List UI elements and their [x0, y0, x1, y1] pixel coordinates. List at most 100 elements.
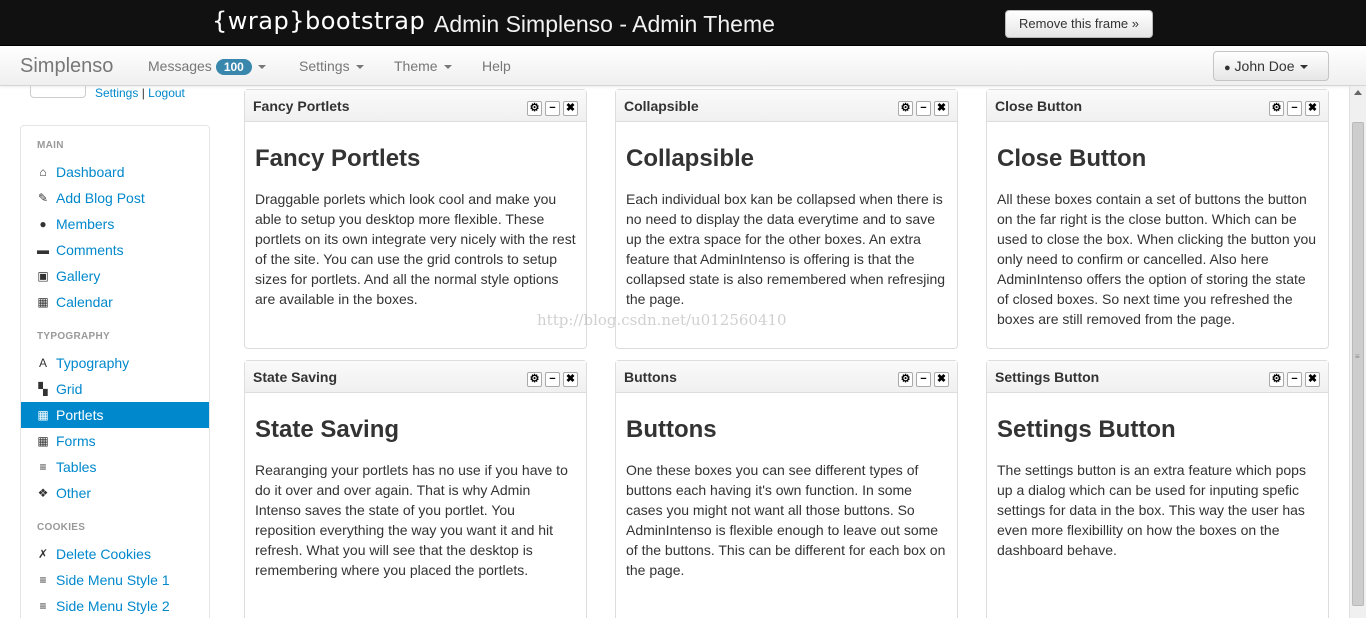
- gear-icon[interactable]: ⚙: [527, 101, 542, 116]
- sidebar-item-gallery[interactable]: ▣ Gallery: [21, 263, 209, 289]
- logout-link[interactable]: Logout: [148, 86, 185, 100]
- close-icon[interactable]: ✖: [563, 372, 578, 387]
- close-icon[interactable]: ✖: [1305, 101, 1320, 116]
- wrench-icon: ✗: [37, 547, 49, 561]
- home-icon: ⌂: [39, 165, 47, 179]
- wrapbootstrap-logo[interactable]: {wrap}bootstrap: [212, 7, 425, 35]
- sidebar-item-calendar[interactable]: ▦ Calendar: [21, 289, 209, 315]
- gear-icon[interactable]: ⚙: [1269, 101, 1284, 116]
- portlet-body: State Saving Rearanging your portlets has…: [245, 416, 586, 580]
- sidebar-item-members[interactable]: ● Members: [21, 211, 209, 237]
- calendar-icon: ▦: [37, 295, 49, 309]
- portlet-fancy-portlets[interactable]: Fancy Portlets ⚙ − ✖ Fancy Portlets Draggable…: [244, 89, 587, 349]
- gear-icon[interactable]: ⚙: [1269, 372, 1284, 387]
- sidebar-item-label: Gallery: [56, 268, 101, 284]
- sidebar-item-portlets[interactable]: ▦ Portlets: [21, 402, 209, 428]
- close-icon[interactable]: ✖: [563, 101, 578, 116]
- portlet-title: Collapsible: [624, 98, 699, 114]
- close-icon[interactable]: ✖: [934, 101, 949, 116]
- portlet-title: Close Button: [995, 98, 1083, 114]
- portlet-body: Collapsible Each individual box kan be co…: [616, 145, 957, 309]
- font-icon: A: [38, 356, 47, 370]
- align-right-icon: ≡: [39, 599, 47, 613]
- sidebar-item-typography[interactable]: A Typography: [21, 350, 209, 376]
- frame-title: Admin Simplenso - Admin Theme: [434, 11, 775, 37]
- nav-theme-label: Theme: [394, 58, 438, 74]
- portlet-controls: ⚙ − ✖: [895, 369, 949, 387]
- user-icon: ●: [39, 217, 47, 231]
- nav-help[interactable]: Help: [482, 58, 511, 74]
- user-menu-button[interactable]: ● John Doe: [1213, 51, 1329, 81]
- portlet-heading: Close Button: [997, 145, 1147, 172]
- grid-icon: ▚: [38, 382, 48, 396]
- avatar: [30, 86, 86, 98]
- th-icon: ▦: [37, 408, 49, 422]
- portlet-body: Buttons One these boxes you can see diffe…: [616, 416, 957, 580]
- sidebar-item-add-blog-post[interactable]: ✎ Add Blog Post: [21, 185, 209, 211]
- nav-messages[interactable]: Messages 100: [148, 58, 266, 75]
- sidebar-item-forms[interactable]: ▦ Forms: [21, 428, 209, 454]
- sidebar-item-label: Calendar: [56, 294, 113, 310]
- sidebar-item-delete-cookies[interactable]: ✗ Delete Cookies: [21, 541, 209, 567]
- portlet-title: Fancy Portlets: [253, 98, 350, 114]
- sidebar-item-label: Delete Cookies: [56, 546, 151, 562]
- sidebar-item-tables[interactable]: ≡ Tables: [21, 454, 209, 480]
- minimize-icon[interactable]: −: [545, 372, 560, 387]
- portlet-settings-button[interactable]: Settings Button ⚙ − ✖ Settings Button The set…: [986, 360, 1329, 618]
- page-scrollbar[interactable]: ≡: [1349, 86, 1366, 618]
- portlet-text: One these boxes you can see different ty…: [626, 462, 946, 578]
- portlet-collapsible[interactable]: Collapsible ⚙ − ✖ Collapsible Each individual…: [615, 89, 958, 349]
- portlet-header[interactable]: Collapsible ⚙ − ✖: [616, 90, 957, 122]
- sidebar-item-side-menu-style-2[interactable]: ≡ Side Menu Style 2: [21, 593, 209, 618]
- gear-icon[interactable]: ⚙: [898, 372, 913, 387]
- portlet-buttons[interactable]: Buttons ⚙ − ✖ Buttons One these boxes you can…: [615, 360, 958, 618]
- sidebar-item-label: Members: [56, 216, 115, 232]
- portlet-header[interactable]: Settings Button ⚙ − ✖: [987, 361, 1328, 393]
- nav-settings[interactable]: Settings: [299, 58, 364, 74]
- gear-icon[interactable]: ⚙: [527, 372, 542, 387]
- watermark-text: http://blog.csdn.net/u012560410: [537, 311, 787, 329]
- portlet-header[interactable]: Buttons ⚙ − ✖: [616, 361, 957, 393]
- edit-icon: ✎: [37, 191, 49, 205]
- scroll-grip-icon: ≡: [1355, 352, 1360, 361]
- sidebar-section-header: COOKIES: [37, 522, 86, 533]
- portlet-header[interactable]: State Saving ⚙ − ✖: [245, 361, 586, 393]
- sidebar-item-label: Grid: [56, 381, 83, 397]
- minimize-icon[interactable]: −: [916, 372, 931, 387]
- sidebar-item-dashboard[interactable]: ⌂ Dashboard: [21, 159, 209, 185]
- scrollbar-thumb[interactable]: ≡: [1352, 122, 1364, 606]
- sidebar-item-label: Tables: [56, 459, 97, 475]
- portlet-title: State Saving: [253, 369, 338, 385]
- portlet-text: Draggable porlets which look cool and ma…: [255, 191, 576, 307]
- minimize-icon[interactable]: −: [1287, 372, 1302, 387]
- user-icon: ●: [1224, 62, 1231, 74]
- close-icon[interactable]: ✖: [934, 372, 949, 387]
- scroll-up-arrow-icon[interactable]: [1354, 90, 1362, 95]
- sidebar-nav: MAIN ⌂ Dashboard ✎ Add Blog Post ● Members ▬ Com…: [20, 125, 210, 618]
- portlet-close-button[interactable]: Close Button ⚙ − ✖ Close Button All these box…: [986, 89, 1329, 349]
- sidebar-item-other[interactable]: ❖ Other: [21, 480, 209, 506]
- portlet-header[interactable]: Fancy Portlets ⚙ − ✖: [245, 90, 586, 122]
- user-name: John Doe: [1234, 58, 1295, 74]
- portlet-header[interactable]: Close Button ⚙ − ✖: [987, 90, 1328, 122]
- brand-logo[interactable]: Simplenso: [20, 55, 113, 78]
- comment-icon: ▬: [37, 243, 49, 257]
- gear-icon[interactable]: ⚙: [898, 101, 913, 116]
- portlet-text: Each individual box kan be collapsed whe…: [626, 191, 946, 307]
- portlet-title: Settings Button: [995, 369, 1100, 385]
- settings-link[interactable]: Settings: [95, 86, 138, 100]
- minimize-icon[interactable]: −: [916, 101, 931, 116]
- remove-frame-button[interactable]: Remove this frame »: [1005, 10, 1153, 38]
- minimize-icon[interactable]: −: [545, 101, 560, 116]
- nav-settings-label: Settings: [299, 58, 350, 74]
- sidebar-item-side-menu-style-1[interactable]: ≡ Side Menu Style 1: [21, 567, 209, 593]
- nav-theme[interactable]: Theme: [394, 58, 452, 74]
- sidebar-item-grid[interactable]: ▚ Grid: [21, 376, 209, 402]
- portlet-state-saving[interactable]: State Saving ⚙ − ✖ State Saving Rearanging yo…: [244, 360, 587, 618]
- sidebar-section-header: TYPOGRAPHY: [37, 331, 111, 342]
- minimize-icon[interactable]: −: [1287, 101, 1302, 116]
- close-icon[interactable]: ✖: [1305, 372, 1320, 387]
- sidebar-item-comments[interactable]: ▬ Comments: [21, 237, 209, 263]
- portlet-controls: ⚙ − ✖: [524, 369, 578, 387]
- chevron-down-icon: [443, 65, 452, 70]
